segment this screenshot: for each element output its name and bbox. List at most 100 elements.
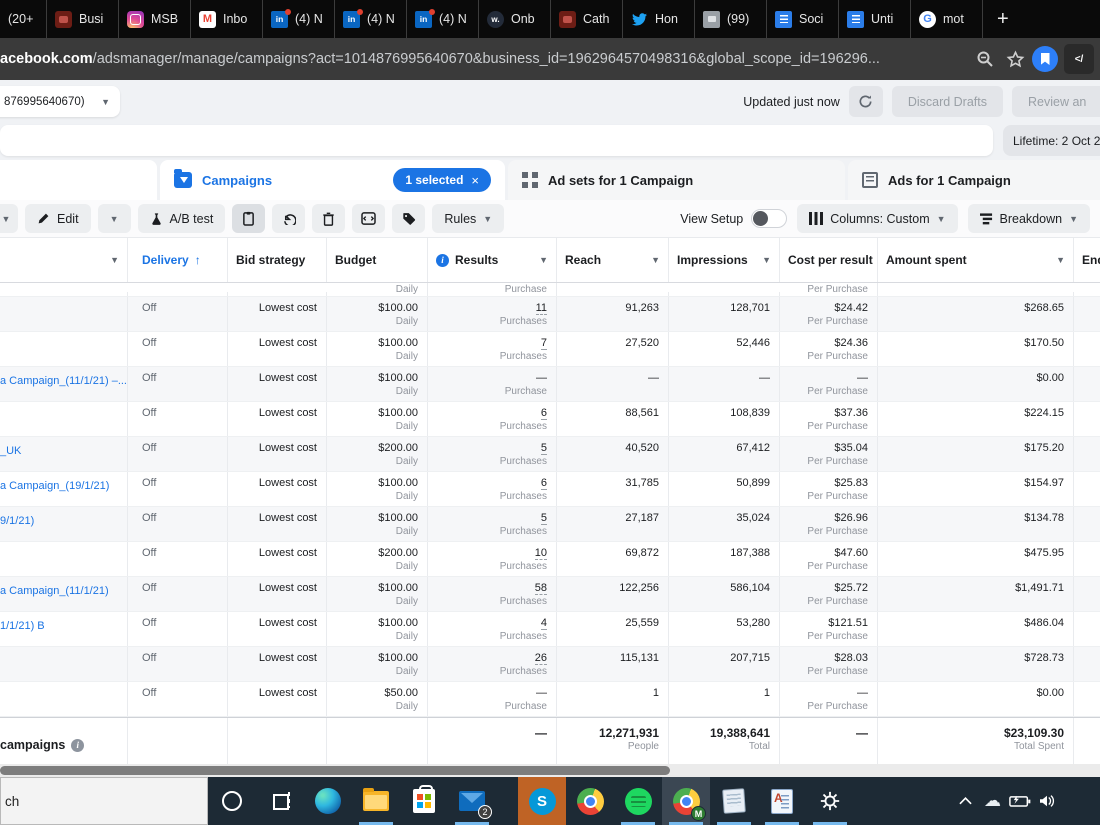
skype-icon[interactable]: S xyxy=(518,777,566,825)
zoom-icon[interactable] xyxy=(970,44,1000,74)
undo-icon-button[interactable] xyxy=(272,204,306,233)
campaign-name-link[interactable]: _UK xyxy=(0,445,21,457)
review-and-publish-button[interactable]: Review an xyxy=(1012,86,1100,117)
browser-tab[interactable]: (99) xyxy=(694,0,766,38)
browser-tab[interactable]: in (4) N xyxy=(334,0,406,38)
browser-tab[interactable]: Unti xyxy=(838,0,910,38)
mail-icon[interactable]: 2 xyxy=(448,777,496,825)
chrome-icon[interactable] xyxy=(566,777,614,825)
browser-tab[interactable]: (20+ xyxy=(0,0,46,38)
chrome-profile-icon[interactable]: M xyxy=(662,777,710,825)
breakdown-button[interactable]: Breakdown ▼ xyxy=(967,204,1090,233)
duplicate-dropdown-button[interactable]: ▼ xyxy=(0,204,18,233)
cortana-icon[interactable] xyxy=(208,777,256,825)
browser-tab[interactable]: M Inbo xyxy=(190,0,262,38)
browser-tab[interactable]: Hon xyxy=(622,0,694,38)
browser-tab[interactable]: Gmot xyxy=(910,0,982,38)
browser-tab[interactable]: Busi xyxy=(46,0,118,38)
browser-tab[interactable]: in (4) N xyxy=(406,0,478,38)
campaign-row[interactable]: a Campaign_(11/1/21) Off Lowest cost $100.0… xyxy=(0,577,1100,612)
campaign-row[interactable]: a Campaign_(11/1/21) –... Off Lowest cost $… xyxy=(0,367,1100,402)
browser-tab-label: (4) N xyxy=(295,12,323,26)
campaign-row[interactable]: Off Lowest cost $100.00 Daily 7 Purchases 27,5… xyxy=(0,332,1100,367)
edge-icon[interactable] xyxy=(304,777,352,825)
browser-tab[interactable]: w. Onb xyxy=(478,0,550,38)
edit-dropdown-button[interactable]: ▼ xyxy=(97,204,131,233)
campaign-row[interactable]: Off Lowest cost $100.00 Daily 6 Purchases 88,5… xyxy=(0,402,1100,437)
notepad-icon[interactable] xyxy=(710,777,758,825)
level-tabs: Campaigns 1 selected × Ad sets for 1 Cam… xyxy=(0,158,1100,200)
column-impressions[interactable]: Impressions ▼ xyxy=(669,238,780,282)
campaign-name-link[interactable]: 9/1/21) xyxy=(0,515,34,527)
view-setup-toggle[interactable] xyxy=(751,209,788,228)
campaign-results: 26 Purchases xyxy=(428,647,557,681)
onedrive-cloud-icon[interactable]: ☁ xyxy=(979,791,1006,811)
spotify-icon[interactable] xyxy=(614,777,662,825)
tab-ads[interactable]: Ads for 1 Campaign xyxy=(848,160,1100,200)
tab-campaigns[interactable]: Campaigns 1 selected × xyxy=(160,160,505,200)
tray-chevron-icon[interactable] xyxy=(952,797,979,805)
column-budget[interactable]: Budget xyxy=(327,238,428,282)
browser-tab[interactable]: in (4) N xyxy=(262,0,334,38)
rules-button[interactable]: Rules ▼ xyxy=(432,204,505,233)
address-bar-url[interactable]: acebook.com/adsmanager/manage/campaigns?… xyxy=(0,51,970,67)
rules-label: Rules xyxy=(444,211,477,226)
campaign-row[interactable]: 1/1/21) B Off Lowest cost $100.00 Daily 4 Purc… xyxy=(0,612,1100,647)
column-reach[interactable]: Reach ▼ xyxy=(557,238,669,282)
close-icon[interactable]: × xyxy=(471,173,479,188)
column-delivery[interactable]: Delivery ↑ xyxy=(128,238,228,282)
extension-bookmark-icon[interactable] xyxy=(1030,44,1060,74)
code-extension-icon[interactable]: </ xyxy=(1064,44,1094,74)
campaign-row[interactable]: a Campaign_(19/1/21) Off Lowest cost $100.0… xyxy=(0,472,1100,507)
microsoft-store-icon[interactable] xyxy=(400,777,448,825)
campaign-impressions: — xyxy=(669,367,780,401)
column-results[interactable]: i Results ▼ xyxy=(428,238,557,282)
campaign-results: — Purchase xyxy=(428,682,557,716)
column-amount-spent[interactable]: Amount spent ▼ xyxy=(878,238,1074,282)
file-explorer-icon[interactable] xyxy=(352,777,400,825)
new-tab-button[interactable]: + xyxy=(982,0,1023,38)
campaign-row[interactable]: Off Lowest cost $200.00 Daily 10 Purchases 69,… xyxy=(0,542,1100,577)
taskbar-search-box[interactable]: ch xyxy=(0,777,208,825)
settings-gear-icon[interactable] xyxy=(806,777,854,825)
campaign-row[interactable]: Off Lowest cost $50.00 Daily — Purchase 1 1— Per… xyxy=(0,682,1100,717)
delete-icon-button[interactable] xyxy=(312,204,346,233)
copy-icon-button[interactable] xyxy=(232,204,266,233)
discard-drafts-button[interactable]: Discard Drafts xyxy=(891,86,1003,117)
selected-count-pill[interactable]: 1 selected × xyxy=(393,168,491,192)
battery-icon[interactable] xyxy=(1006,795,1033,807)
account-selector[interactable]: 876995640670) ▼ xyxy=(0,86,120,117)
campaign-name-link[interactable]: 1/1/21) B xyxy=(0,620,45,632)
campaign-name-link[interactable]: a Campaign_(19/1/21) xyxy=(0,480,109,492)
campaign-impressions: 52,446 xyxy=(669,332,780,366)
bookmark-star-icon[interactable] xyxy=(1000,44,1030,74)
campaign-row[interactable]: _UK Off Lowest cost $200.00 Daily 5 Purchases 4… xyxy=(0,437,1100,472)
browser-url-bar[interactable]: acebook.com/adsmanager/manage/campaigns?… xyxy=(0,38,1100,80)
column-cost-per-result[interactable]: Cost per result▼ xyxy=(780,238,878,282)
columns-button[interactable]: Columns: Custom ▼ xyxy=(797,204,958,233)
column-campaign-name[interactable]: ▼ xyxy=(0,238,128,282)
campaign-row[interactable]: Off Lowest cost $100.00 Daily 26 Purchases 115… xyxy=(0,647,1100,682)
browser-tab[interactable]: MSB xyxy=(118,0,190,38)
search-filter-input[interactable] xyxy=(0,125,993,156)
browser-tab[interactable]: Soci xyxy=(766,0,838,38)
scrollbar-thumb[interactable] xyxy=(0,766,670,775)
tag-icon-button[interactable] xyxy=(392,204,426,233)
tab-ad-sets[interactable]: Ad sets for 1 Campaign xyxy=(508,160,845,200)
campaign-name-link[interactable]: a Campaign_(11/1/21) xyxy=(0,585,109,597)
column-bid-strategy[interactable]: Bid strategy xyxy=(228,238,327,282)
campaign-name-link[interactable]: a Campaign_(11/1/21) –... xyxy=(0,375,127,387)
wordpad-icon[interactable]: A xyxy=(758,777,806,825)
tab-partial[interactable] xyxy=(0,160,157,200)
column-end[interactable]: End xyxy=(1074,238,1100,282)
campaign-row[interactable]: 9/1/21) Off Lowest cost $100.00 Daily 5 Purcha… xyxy=(0,507,1100,542)
edit-button[interactable]: Edit xyxy=(25,204,91,233)
volume-icon[interactable] xyxy=(1033,794,1060,808)
preview-icon-button[interactable] xyxy=(352,204,386,233)
task-view-icon[interactable] xyxy=(256,777,304,825)
browser-tab[interactable]: Cath xyxy=(550,0,622,38)
date-range-selector[interactable]: Lifetime: 2 Oct 202 xyxy=(1003,125,1100,156)
ab-test-button[interactable]: A/B test xyxy=(137,204,226,233)
refresh-button[interactable] xyxy=(848,86,883,117)
campaign-row[interactable]: Off Lowest cost $100.00 Daily 11 Purchases 91,… xyxy=(0,297,1100,332)
